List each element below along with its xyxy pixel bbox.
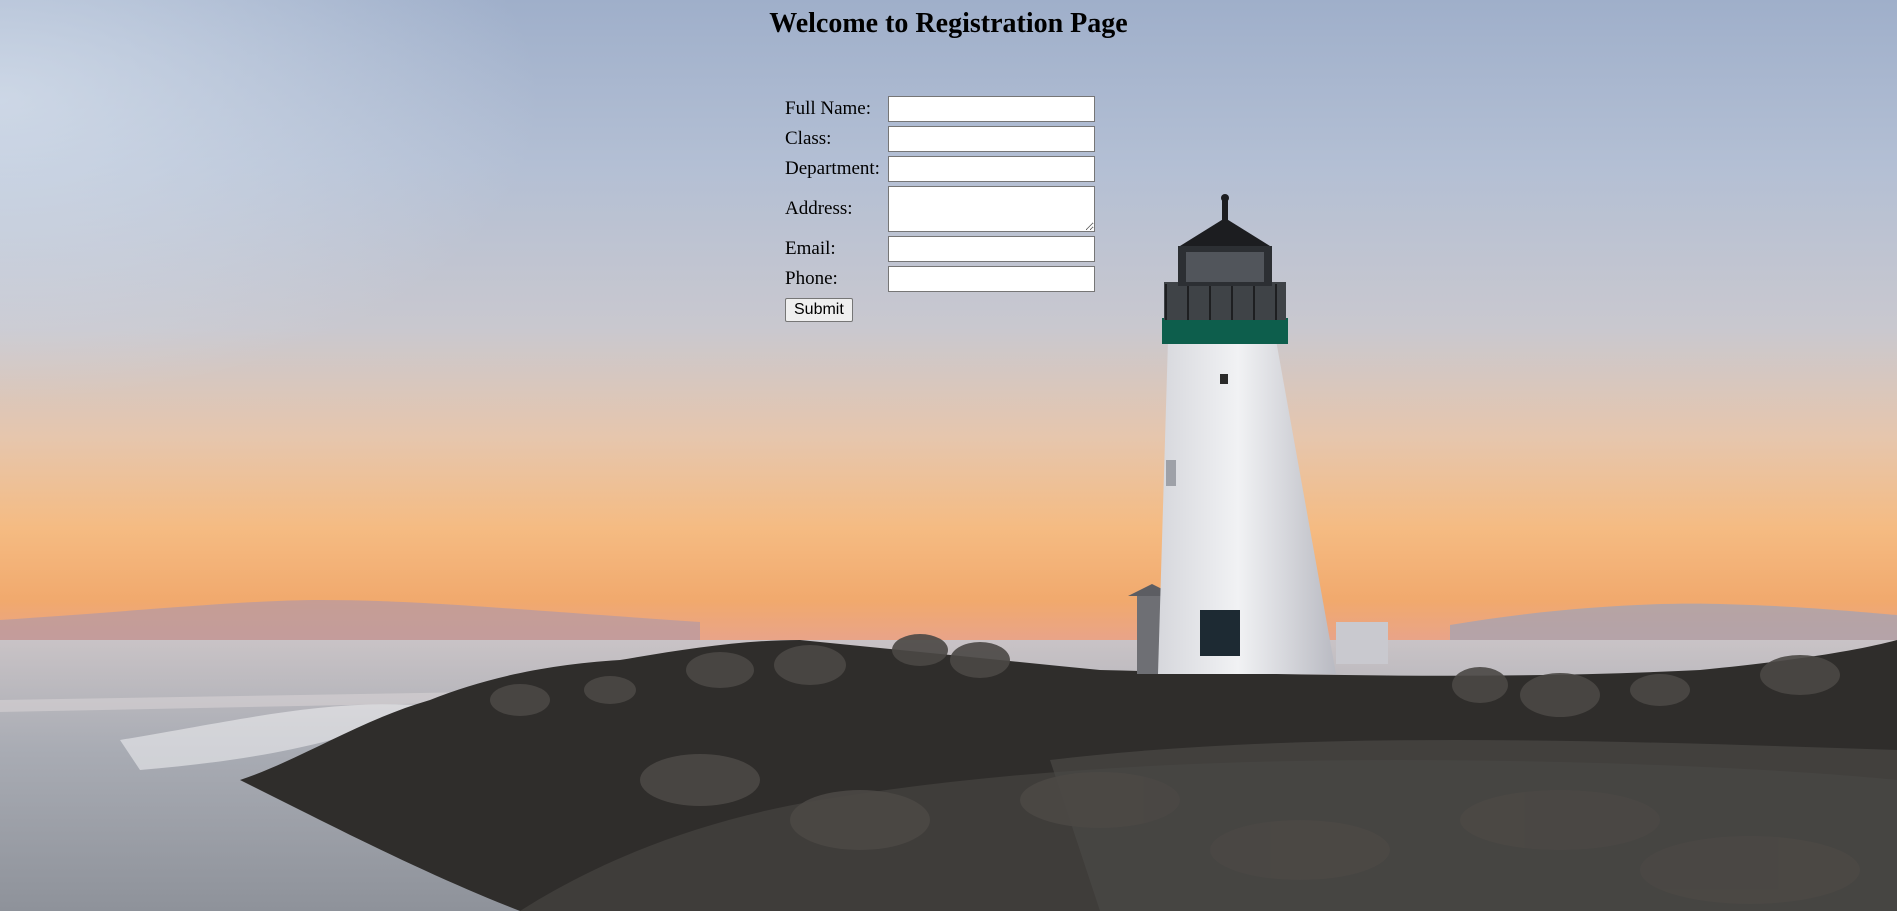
form-row-phone: Phone: xyxy=(783,265,1097,293)
page-title: Welcome to Registration Page xyxy=(769,8,1128,39)
address-textarea[interactable] xyxy=(887,186,1095,232)
address-label: Address: xyxy=(785,198,853,219)
form-row-department: Department: xyxy=(783,155,1097,183)
email-label: Email: xyxy=(785,238,836,259)
phone-label: Phone: xyxy=(785,268,838,289)
class-input[interactable] xyxy=(887,126,1095,152)
full-name-input[interactable] xyxy=(887,96,1095,122)
department-label: Department: xyxy=(785,158,880,179)
email-input[interactable] xyxy=(887,236,1095,262)
form-row-submit: Submit xyxy=(783,295,1097,323)
registration-form: Full Name: Class: Department: Address: E… xyxy=(781,93,1099,325)
form-row-email: Email: xyxy=(783,235,1097,263)
page-content: Welcome to Registration Page Full Name: … xyxy=(0,0,1897,911)
form-row-class: Class: xyxy=(783,125,1097,153)
full-name-label: Full Name: xyxy=(785,98,872,119)
department-input[interactable] xyxy=(887,156,1095,182)
phone-input[interactable] xyxy=(887,266,1095,292)
submit-button[interactable]: Submit xyxy=(785,298,853,322)
class-label: Class: xyxy=(785,128,832,149)
form-row-full-name: Full Name: xyxy=(783,95,1097,123)
form-row-address: Address: xyxy=(783,185,1097,233)
